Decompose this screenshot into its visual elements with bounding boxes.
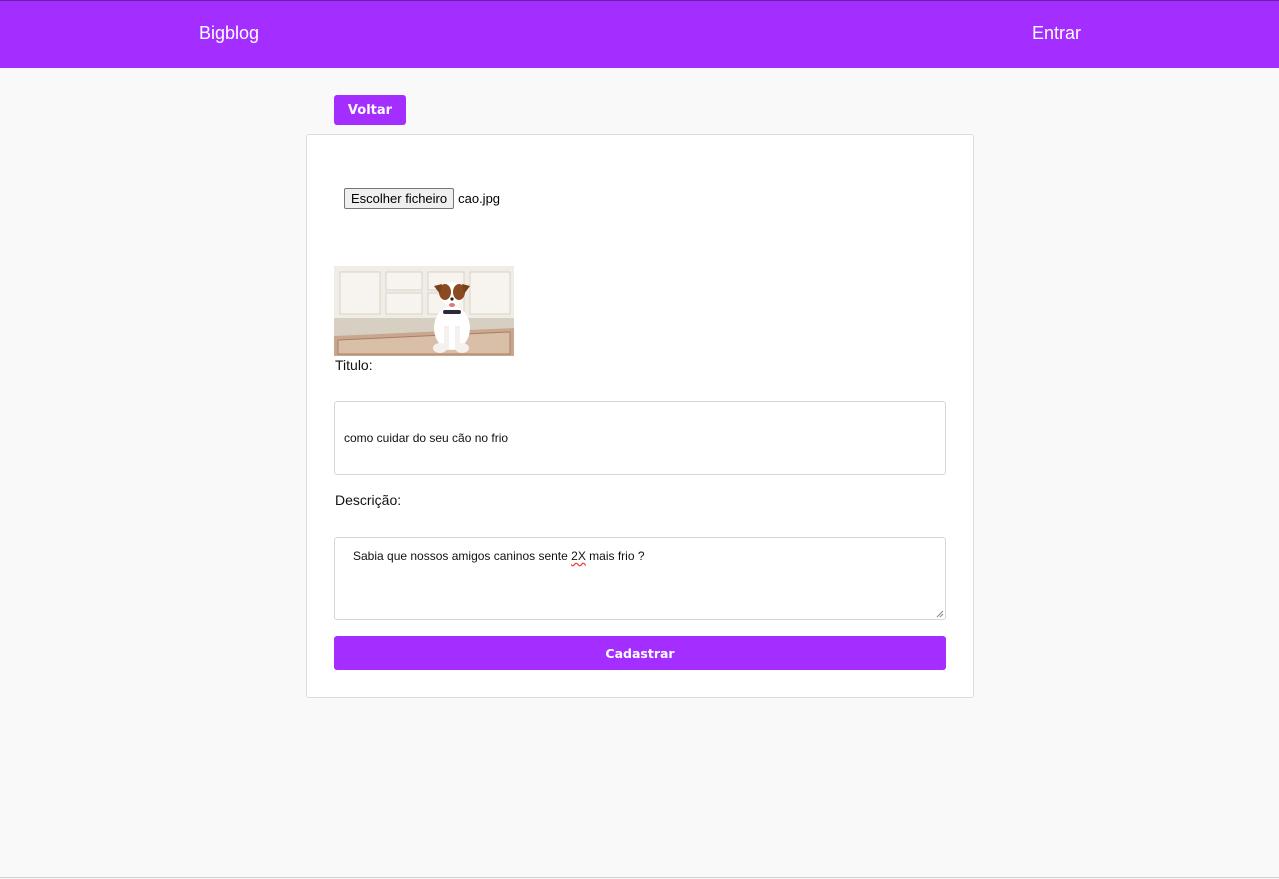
description-label: Descrição: — [335, 492, 402, 508]
spellcheck-flagged-word: 2X — [571, 549, 586, 563]
navbar: Bigblog Entrar — [0, 0, 1279, 68]
title-label: Titulo: — [335, 357, 373, 373]
brand-logo[interactable]: Bigblog — [199, 23, 259, 44]
selected-file-name: cao.jpg — [458, 191, 501, 206]
description-text-end: mais frio ? — [585, 549, 645, 563]
description-textarea[interactable]: Sabia que nossos amigos caninos sente 2X… — [334, 537, 946, 620]
choose-file-button[interactable]: Escolher ficheiro — [344, 188, 455, 209]
image-preview — [334, 266, 514, 356]
description-text-start: Sabia que nossos amigos caninos sente — [353, 549, 572, 563]
title-input[interactable]: como cuidar do seu cão no frio — [334, 401, 946, 475]
post-form-card: Escolher ficheiro cao.jpg Titulo: como c… — [306, 134, 974, 698]
file-picker: Escolher ficheiro cao.jpg — [344, 188, 500, 209]
page-bottom-divider — [0, 877, 1279, 878]
submit-button[interactable]: Cadastrar — [334, 636, 946, 670]
back-button[interactable]: Voltar — [334, 95, 406, 125]
resize-grip-icon[interactable] — [936, 610, 944, 618]
login-link[interactable]: Entrar — [1032, 23, 1081, 44]
dog-photo-icon — [334, 266, 514, 356]
